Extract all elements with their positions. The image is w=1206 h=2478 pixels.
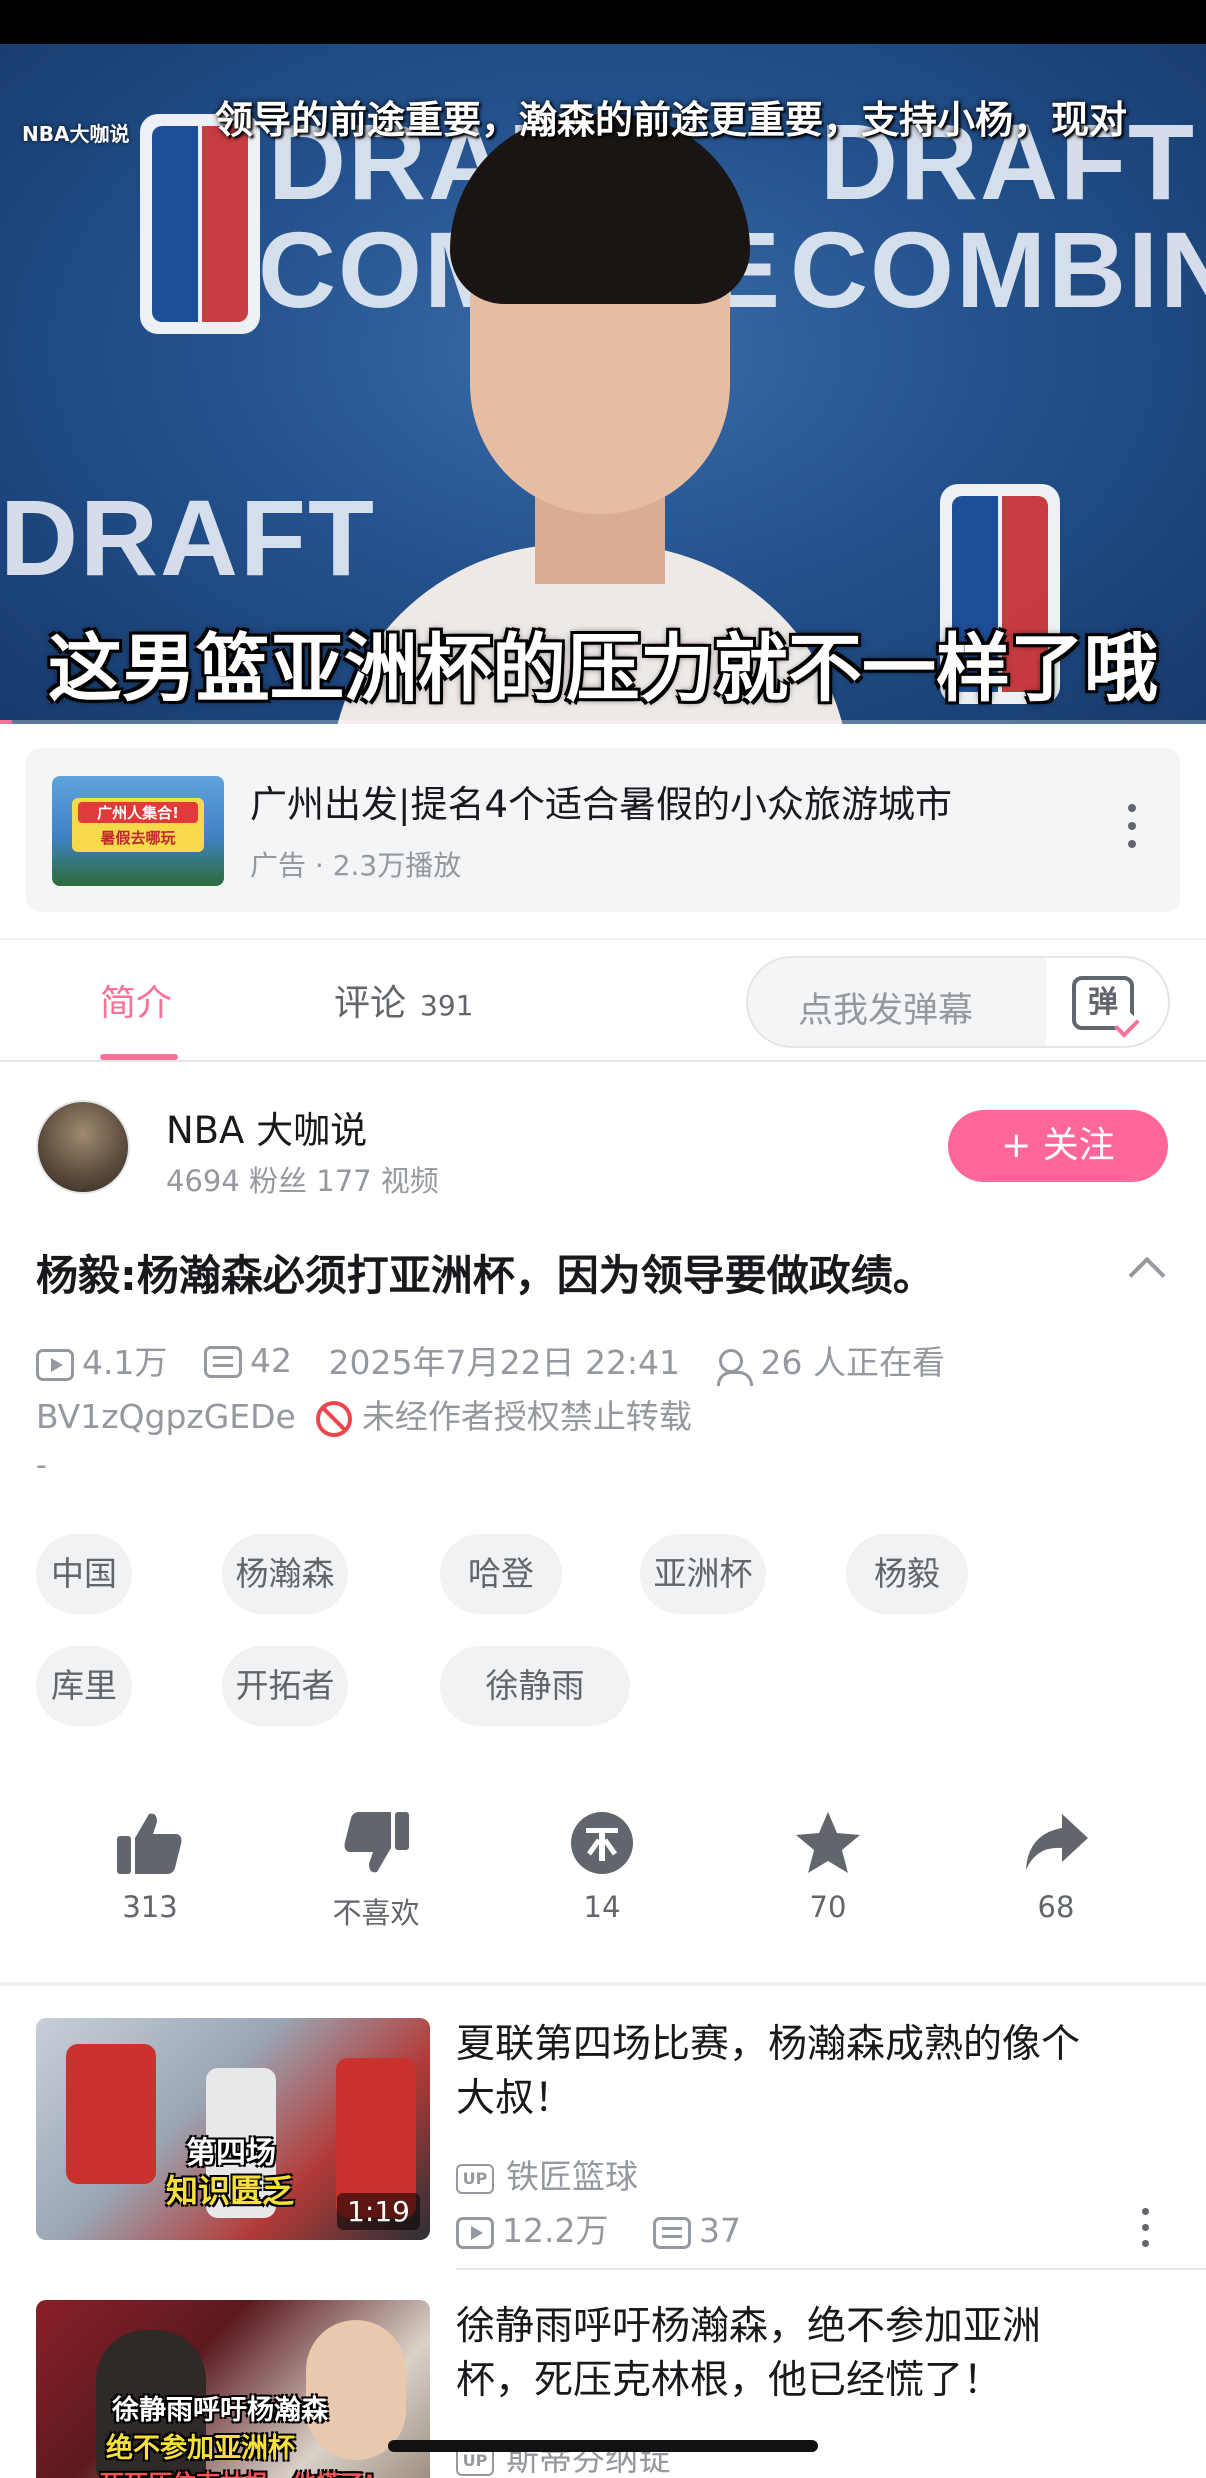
progress-bar[interactable] [0, 720, 1206, 724]
tag-item[interactable]: 哈登 [440, 1534, 562, 1614]
up-badge-icon: UP [456, 2163, 494, 2194]
danmaku-input-box[interactable]: 点我发弹幕 弹 [746, 956, 1170, 1048]
video-description: - [36, 1448, 47, 1483]
video-meta: 4.1万 42 2025年7月22日 22:41 26 人正在看 [36, 1336, 971, 1386]
list-divider [456, 2268, 1206, 2270]
video-duration: 1:19 [337, 2193, 420, 2230]
progress-fill [0, 720, 13, 724]
related-video-thumbnail[interactable]: 第四场 知识匮乏 1:19 [36, 2018, 430, 2240]
related-video-thumbnail[interactable]: 徐静雨呼吁杨瀚森 绝不参加亚洲杯 死死压住克林根，他慌了! [36, 2300, 430, 2478]
tag-item[interactable]: 杨毅 [846, 1534, 968, 1614]
play-count-icon [36, 1348, 74, 1381]
tab-bar: 简介 评论 391 点我发弹幕 弹 [0, 938, 1206, 1062]
uploader-name[interactable]: NBA 大咖说 [166, 1100, 367, 1154]
video-title: 杨毅:杨瀚森必须打亚洲杯，因为领导要做政绩。 [36, 1251, 935, 1300]
coin-icon [571, 1812, 633, 1874]
danmaku-input[interactable]: 点我发弹幕 [798, 982, 973, 1033]
video-player[interactable]: DRAFT COMBINE DRAFT COMBINE DRAFT NBA大咖说… [0, 44, 1206, 724]
tag-item[interactable]: 中国 [36, 1534, 132, 1614]
related-video[interactable]: 第四场 知识匮乏 1:19 夏联第四场比赛，杨瀚森成熟的像个大叔！ UP 铁匠篮球… [0, 2018, 1206, 2258]
tab-comments-label: 评论 [334, 983, 407, 1024]
thumbnail-caption: 徐静雨呼吁杨瀚森 [112, 2395, 328, 2426]
favorite-button[interactable]: 70 [738, 1810, 918, 1924]
copyright-notice: 未经作者授权禁止转载 [361, 1397, 692, 1436]
viewers-icon [716, 1347, 753, 1386]
tab-intro[interactable]: 简介 [100, 982, 172, 1026]
danmaku-toggle-button[interactable]: 弹 [1046, 958, 1168, 1046]
publish-date: 2025年7月22日 22:41 [328, 1343, 681, 1382]
ad-meta: 广告 · 2.3万播放 [250, 849, 462, 882]
chevron-up-icon[interactable] [1128, 1256, 1166, 1294]
ad-card[interactable]: 广州人集合! 暑假去哪玩 广州出发|提名4个适合暑假的小众旅游城市 广告 · 2… [26, 748, 1180, 912]
more-options-icon[interactable] [1142, 2208, 1150, 2256]
ad-thumbnail: 广州人集合! 暑假去哪玩 [52, 776, 224, 886]
danmaku-icon [203, 1346, 242, 1378]
backdrop-text: DRAFT [0, 477, 376, 598]
play-count-icon [456, 2216, 494, 2249]
thumbnail-caption: 死死压住克林根，他慌了! [100, 2464, 375, 2478]
video-subtitle: 这男篮亚洲杯的压力就不一样了哦 [48, 626, 1158, 712]
forbidden-icon [315, 1400, 352, 1437]
ad-title[interactable]: 广州出发|提名4个适合暑假的小众旅游城市 [250, 780, 952, 830]
view-count: 4.1万 [36, 1336, 167, 1384]
share-icon [1026, 1814, 1088, 1870]
tag-item[interactable]: 开拓者 [222, 1646, 348, 1726]
thumbnail-caption: 知识匮乏 [166, 2172, 295, 2210]
related-video-title[interactable]: 徐静雨呼吁杨瀚森，绝不参加亚洲杯，死压克林根，他已经慌了！ [456, 2300, 1116, 2408]
tab-active-indicator [100, 1054, 178, 1060]
live-viewers: 26 人正在看 [716, 1336, 945, 1386]
tab-comments[interactable]: 评论 391 [334, 982, 473, 1028]
backdrop-text: COMBINE [790, 209, 1206, 330]
tag-item[interactable]: 亚洲杯 [640, 1534, 766, 1614]
video-meta-2: BV1zQgpzGEDe 未经作者授权禁止转载 [36, 1390, 692, 1438]
thumbs-down-icon [344, 1812, 409, 1873]
tag-item[interactable]: 库里 [36, 1646, 132, 1726]
video-bvid: BV1zQgpzGEDe [36, 1397, 296, 1436]
related-video-stats: 12.2万 37 [456, 2204, 775, 2252]
share-button[interactable]: 68 [966, 1810, 1146, 1924]
related-video-uploader: UP 铁匠篮球 [456, 2150, 638, 2198]
status-bar [0, 0, 1206, 44]
comment-count: 391 [420, 989, 474, 1022]
related-video-title[interactable]: 夏联第四场比赛，杨瀚森成熟的像个大叔！ [456, 2018, 1116, 2126]
dislike-button[interactable]: 不喜欢 [286, 1810, 466, 1932]
follow-button[interactable]: + 关注 [948, 1110, 1168, 1182]
related-video-uploader: UP 斯蒂芬纳锭 [456, 2432, 671, 2478]
tag-item[interactable]: 杨瀚森 [222, 1534, 348, 1614]
ad-thumbnail-caption: 广州人集合! 暑假去哪玩 [72, 798, 204, 852]
action-bar: 313 不喜欢 14 70 68 [0, 1810, 1206, 1960]
danmaku-toggle-icon: 弹 [1072, 976, 1134, 1030]
star-icon [796, 1812, 860, 1873]
coin-button[interactable]: 14 [512, 1810, 692, 1924]
danmaku-icon [652, 2216, 691, 2249]
nba-logo [140, 114, 260, 334]
uploader-stats: 4694 粉丝 177 视频 [166, 1164, 439, 1198]
avatar[interactable] [36, 1100, 130, 1194]
like-button[interactable]: 313 [60, 1810, 240, 1924]
tag-item[interactable]: 徐静雨 [440, 1646, 630, 1726]
more-options-icon[interactable] [1128, 804, 1136, 856]
channel-watermark: NBA大咖说 [22, 122, 130, 146]
danmaku-comment: 领导的前途重要，瀚森的前途更重要，支持小杨，现对 [214, 98, 1127, 142]
thumbnail-caption: 绝不参加亚洲杯 [106, 2433, 295, 2464]
thumbs-up-icon [117, 1813, 182, 1874]
home-indicator[interactable] [388, 2440, 818, 2452]
danmaku-count: 42 [203, 1341, 292, 1380]
section-divider [0, 1982, 1206, 1986]
app-root: DRAFT COMBINE DRAFT COMBINE DRAFT NBA大咖说… [0, 0, 1206, 2478]
